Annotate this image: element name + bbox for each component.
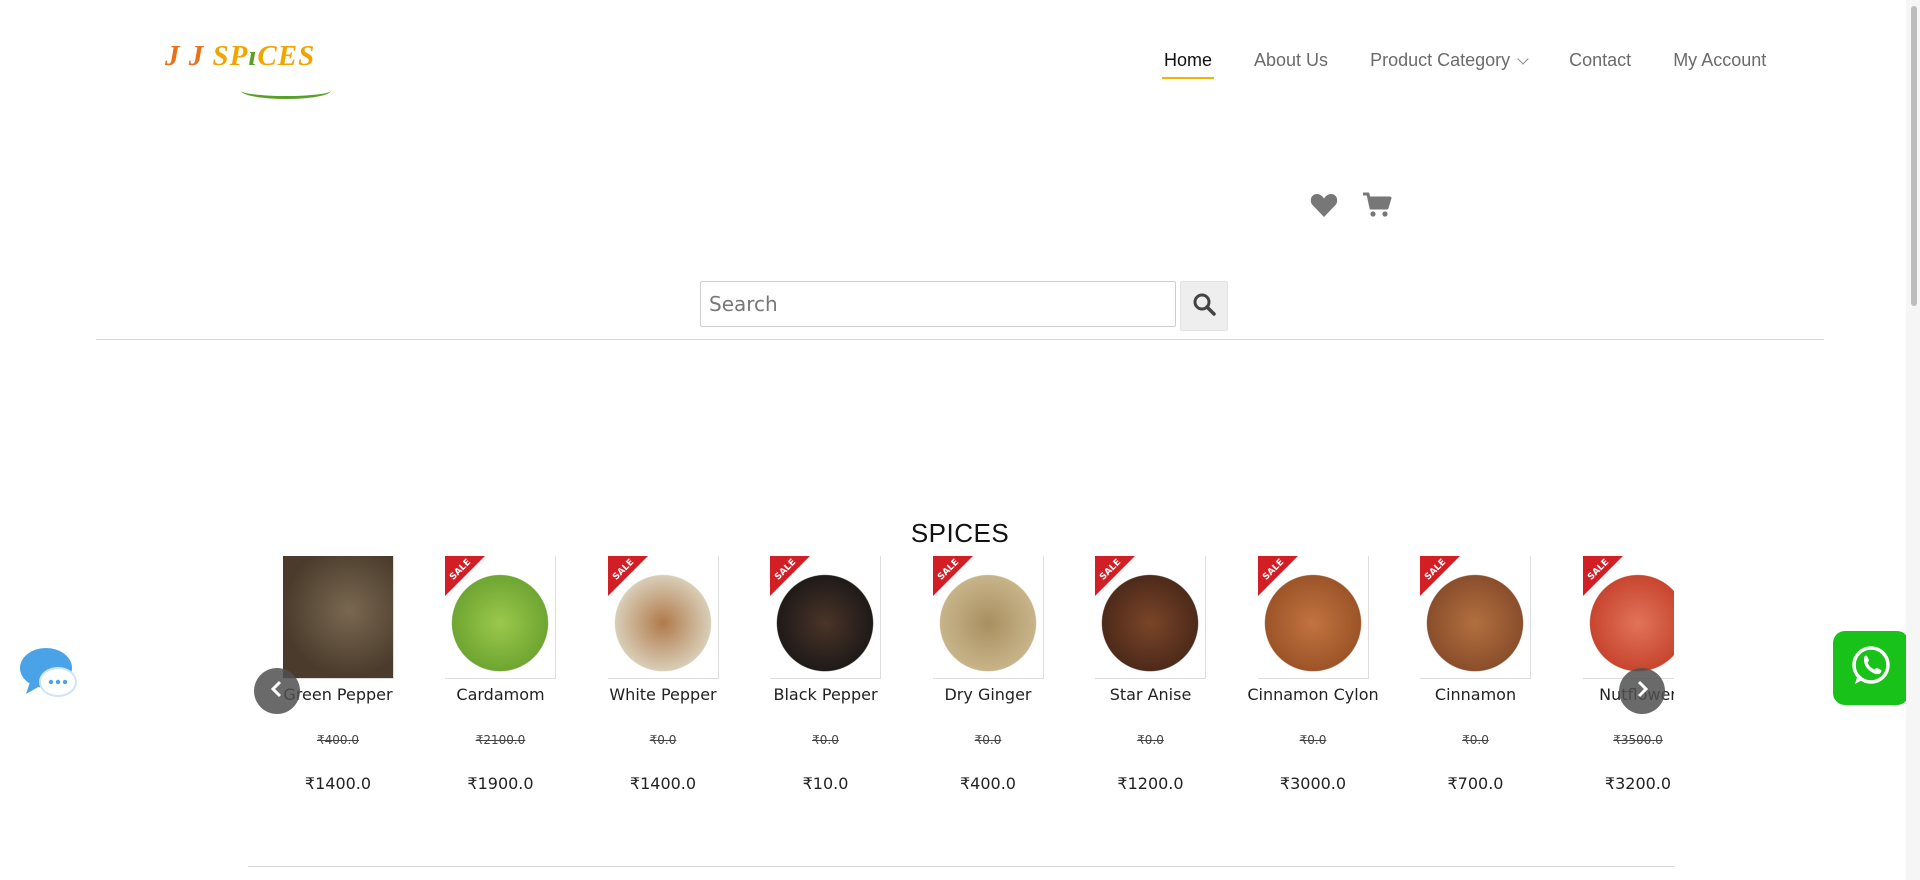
product-card[interactable]: SALE Cinnamon ₹0.0 ₹700.0 — [1395, 556, 1557, 793]
product-price: ₹700.0 — [1447, 774, 1504, 793]
heart-icon[interactable] — [1310, 192, 1338, 223]
product-image[interactable]: SALE — [932, 556, 1044, 679]
product-price: ₹3200.0 — [1604, 774, 1672, 793]
product-name[interactable]: Black Pepper — [745, 685, 907, 704]
product-image[interactable]: SALE — [607, 556, 719, 679]
nav-product-category[interactable]: Product Category — [1370, 50, 1529, 79]
product-image[interactable]: SALE — [1582, 556, 1674, 679]
logo-text-part: SP — [212, 40, 249, 72]
brand-logo[interactable]: J J SPıCES — [165, 40, 331, 99]
product-carousel: Green Pepper ₹400.0 ₹1400.0 SALE Cardamom ₹21… — [250, 556, 1674, 796]
nav-my-account[interactable]: My Account — [1673, 50, 1766, 79]
section-title: SPICES — [910, 518, 1010, 548]
search-bar — [700, 281, 1228, 331]
logo-swoosh — [241, 82, 331, 99]
product-old-price: ₹3500.0 — [1613, 733, 1663, 747]
product-image[interactable]: SALE — [445, 556, 556, 679]
product-price: ₹400.0 — [960, 774, 1016, 793]
product-old-price: ₹0.0 — [1137, 733, 1164, 747]
product-card[interactable]: SALE Black Pepper ₹0.0 ₹10.0 — [745, 556, 907, 793]
product-name[interactable]: Star Anise — [1070, 685, 1232, 704]
product-name[interactable]: Cardamom — [420, 685, 582, 704]
chevron-down-icon — [1517, 53, 1529, 65]
product-price: ₹3000.0 — [1279, 774, 1347, 793]
product-old-price: ₹0.0 — [812, 733, 839, 747]
search-input[interactable] — [700, 281, 1176, 327]
search-icon — [1192, 292, 1216, 321]
product-old-price: ₹0.0 — [1462, 733, 1489, 747]
product-price: ₹1400.0 — [629, 774, 697, 793]
product-card[interactable]: SALE Cinnamon Cylon ₹0.0 ₹3000.0 — [1232, 556, 1394, 793]
product-image[interactable]: SALE — [770, 556, 881, 679]
main-nav: Home About Us Product Category Contact M… — [1161, 50, 1808, 79]
logo-text-part: CES — [257, 40, 316, 72]
product-price: ₹1900.0 — [467, 774, 534, 793]
product-price: ₹1200.0 — [1117, 774, 1184, 793]
product-old-price: ₹0.0 — [1299, 733, 1327, 747]
product-price: ₹10.0 — [802, 774, 849, 793]
nav-contact[interactable]: Contact — [1569, 50, 1631, 79]
product-card[interactable]: SALE Star Anise ₹0.0 ₹1200.0 — [1070, 556, 1232, 793]
product-image[interactable]: SALE — [1257, 556, 1369, 679]
product-image[interactable] — [282, 556, 394, 679]
product-name[interactable]: Cinnamon Cylon — [1232, 685, 1394, 704]
chevron-right-icon — [1635, 680, 1649, 703]
logo-text-part: J J — [165, 40, 213, 72]
chevron-left-icon — [270, 680, 284, 703]
section-divider — [248, 866, 1674, 867]
page-scrollbar[interactable] — [1906, 0, 1920, 880]
product-name[interactable]: White Pepper — [582, 685, 744, 704]
product-card[interactable]: SALE Dry Ginger ₹0.0 ₹400.0 — [907, 556, 1069, 793]
whatsapp-button[interactable] — [1833, 631, 1909, 705]
product-name[interactable]: Cinnamon — [1395, 685, 1557, 704]
product-card[interactable]: SALE White Pepper ₹0.0 ₹1400.0 — [582, 556, 744, 793]
product-image[interactable]: SALE — [1095, 556, 1206, 679]
header-divider — [96, 339, 1824, 340]
product-card[interactable]: SALE Cardamom ₹2100.0 ₹1900.0 — [420, 556, 582, 793]
carousel-prev-button[interactable] — [254, 668, 300, 714]
nav-about-us[interactable]: About Us — [1254, 50, 1328, 79]
scrollbar-thumb[interactable] — [1911, 6, 1917, 306]
product-price: ₹1400.0 — [304, 774, 372, 793]
header-icons — [1310, 192, 1392, 223]
product-old-price: ₹2100.0 — [475, 733, 526, 747]
product-old-price: ₹0.0 — [649, 733, 677, 747]
product-old-price: ₹0.0 — [974, 733, 1002, 747]
carousel-next-button[interactable] — [1619, 668, 1665, 714]
chat-widget-button[interactable] — [20, 646, 78, 705]
chat-bubble-icon — [20, 648, 78, 704]
nav-product-category-label: Product Category — [1370, 50, 1511, 70]
search-button[interactable] — [1180, 281, 1228, 331]
cart-icon[interactable] — [1362, 192, 1392, 223]
product-old-price: ₹400.0 — [317, 733, 359, 747]
whatsapp-icon — [1849, 644, 1893, 693]
nav-home[interactable]: Home — [1161, 50, 1215, 79]
product-image[interactable]: SALE — [1420, 556, 1531, 679]
product-name[interactable]: Dry Ginger — [907, 685, 1069, 704]
